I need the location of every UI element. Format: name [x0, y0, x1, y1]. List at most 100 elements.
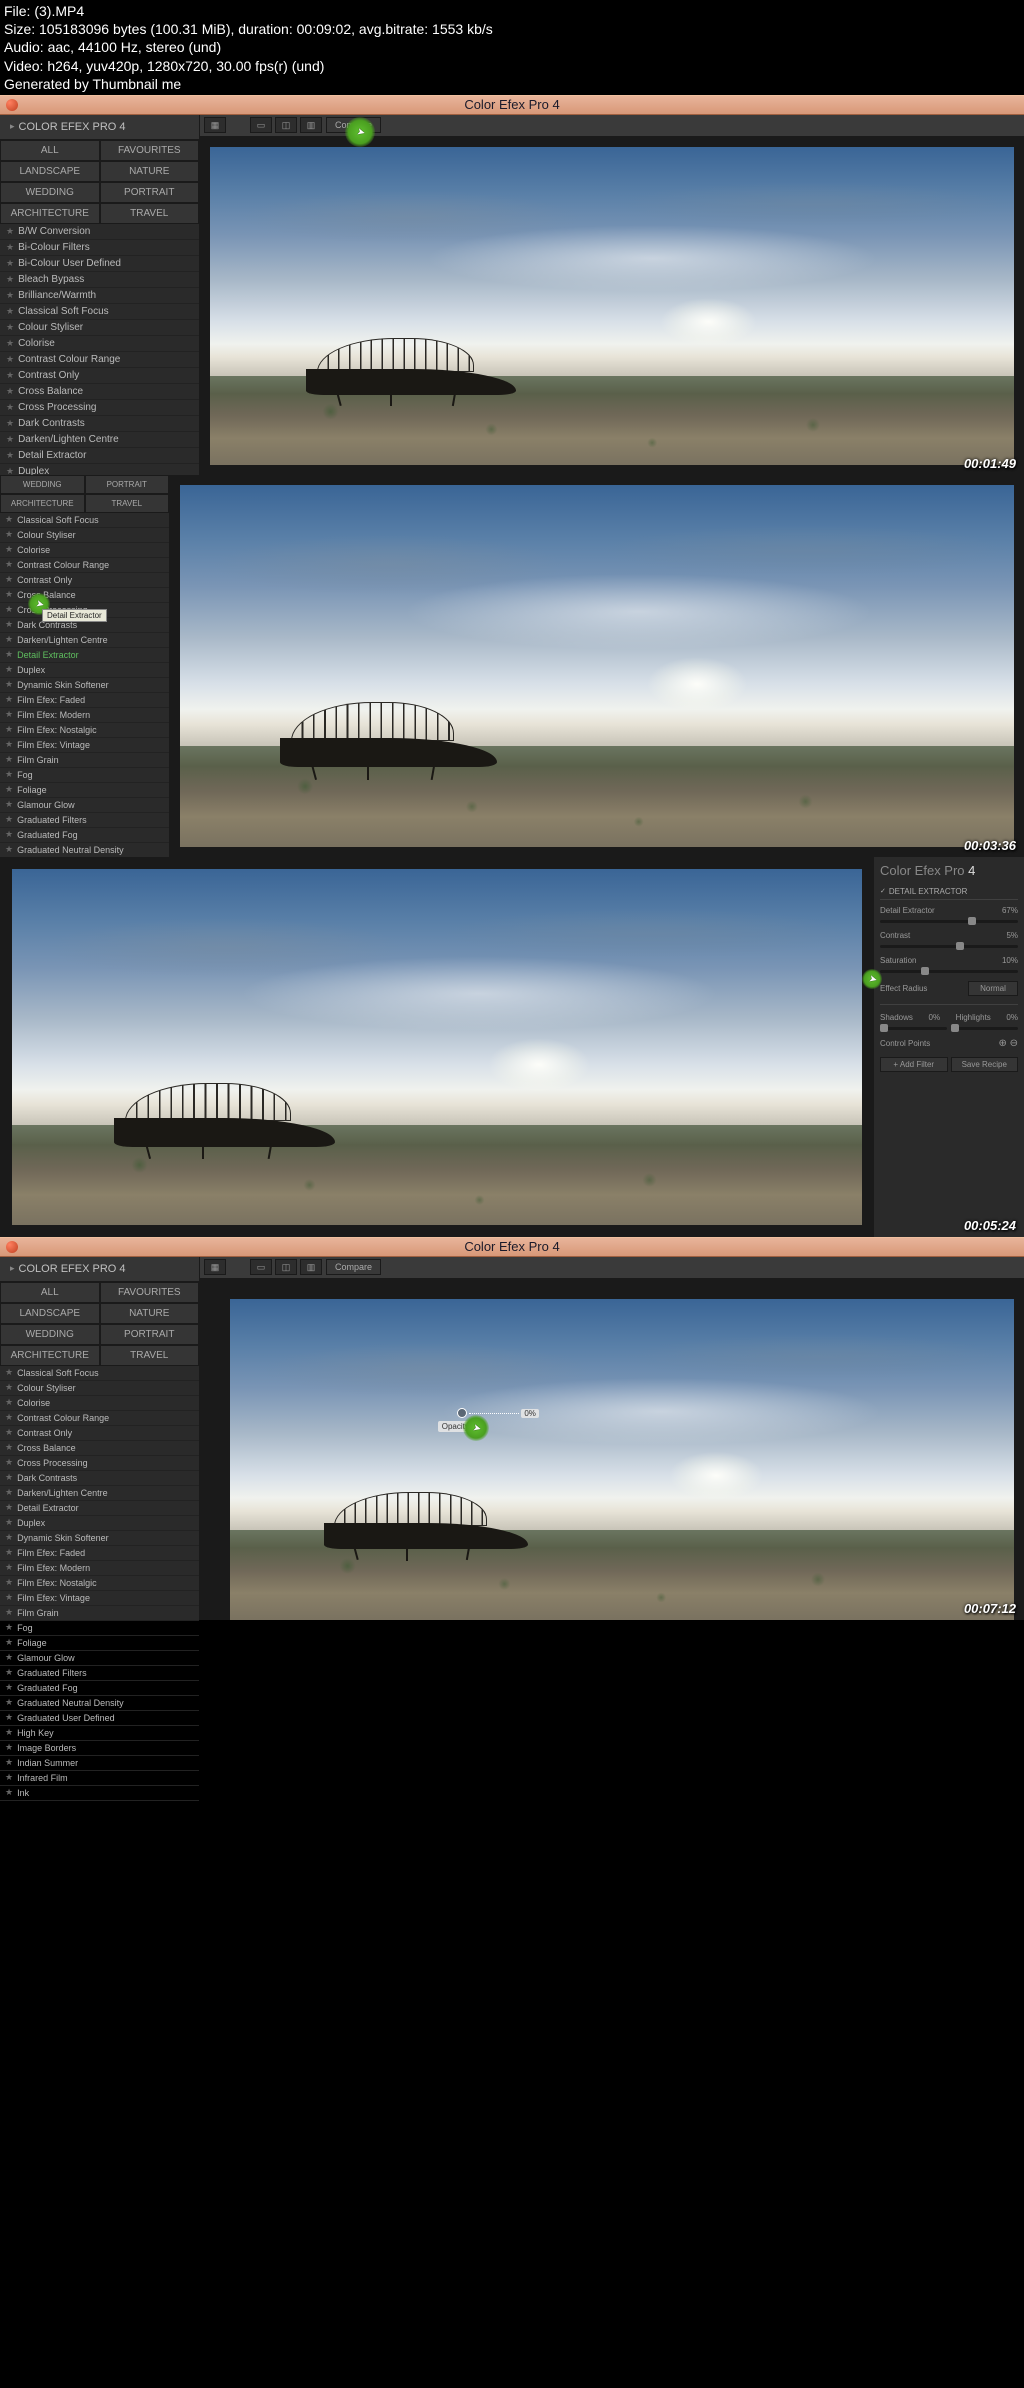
star-icon[interactable]: ★ — [5, 1742, 13, 1753]
star-icon[interactable]: ★ — [5, 1697, 13, 1708]
filter-item[interactable]: ★Film Grain — [0, 1606, 199, 1621]
star-icon[interactable]: ★ — [5, 694, 13, 705]
star-icon[interactable]: ★ — [6, 386, 14, 397]
filter-item[interactable]: ★Classical Soft Focus — [0, 304, 199, 320]
star-icon[interactable]: ★ — [5, 739, 13, 750]
star-icon[interactable]: ★ — [6, 242, 14, 253]
star-icon[interactable]: ★ — [5, 784, 13, 795]
filter-item[interactable]: ★Contrast Only — [0, 1426, 199, 1441]
star-icon[interactable]: ★ — [5, 1727, 13, 1738]
control-point-overlay[interactable]: 0% — [457, 1408, 539, 1418]
split-view-icon[interactable]: ◫ — [275, 1259, 297, 1275]
filter-item[interactable]: ★Glamour Glow — [0, 798, 169, 813]
filter-item[interactable]: ★Brilliance/Warmth — [0, 288, 199, 304]
star-icon[interactable]: ★ — [5, 589, 13, 600]
filter-item[interactable]: ★B/W Conversion — [0, 224, 199, 240]
radius-dropdown[interactable]: Normal — [968, 981, 1018, 996]
star-icon[interactable]: ★ — [6, 370, 14, 381]
star-icon[interactable]: ★ — [5, 1382, 13, 1393]
tab-wedding[interactable]: WEDDING — [0, 475, 85, 494]
filter-item[interactable]: ★Bleach Bypass — [0, 272, 199, 288]
star-icon[interactable]: ★ — [5, 574, 13, 585]
filter-item[interactable]: ★Film Efex: Vintage — [0, 1591, 199, 1606]
star-icon[interactable]: ★ — [6, 338, 14, 349]
filter-item[interactable]: ★Classical Soft Focus — [0, 1366, 199, 1381]
filter-item[interactable]: ★Cross Balance — [0, 1441, 199, 1456]
filter-item[interactable]: ★Cross Balance — [0, 588, 169, 603]
filter-item[interactable]: ★Fog — [0, 1621, 199, 1636]
star-icon[interactable]: ★ — [5, 649, 13, 660]
filter-item[interactable]: ★Glamour Glow — [0, 1651, 199, 1666]
tab-architecture[interactable]: ARCHITECTURE — [0, 1345, 100, 1366]
side-view-icon[interactable]: ▥ — [300, 117, 322, 133]
star-icon[interactable]: ★ — [5, 529, 13, 540]
tab-all[interactable]: ALL — [0, 1282, 100, 1303]
star-icon[interactable]: ★ — [5, 844, 13, 855]
filter-item[interactable]: ★Colorise — [0, 336, 199, 352]
star-icon[interactable]: ★ — [5, 1472, 13, 1483]
filter-item[interactable]: ★Darken/Lighten Centre — [0, 633, 169, 648]
star-icon[interactable]: ★ — [5, 1757, 13, 1768]
filter-item[interactable]: ★Dynamic Skin Softener — [0, 678, 169, 693]
detail-extractor-slider[interactable] — [880, 920, 1018, 923]
filter-item[interactable]: ★Cross Processing — [0, 400, 199, 416]
split-view-icon[interactable]: ◫ — [275, 117, 297, 133]
filter-item[interactable]: ★Contrast Colour Range — [0, 352, 199, 368]
image-viewer[interactable] — [0, 857, 874, 1237]
star-icon[interactable]: ★ — [5, 514, 13, 525]
filter-item[interactable]: ★Darken/Lighten Centre — [0, 1486, 199, 1501]
filter-item[interactable]: ★Graduated User Defined — [0, 1711, 199, 1726]
tab-landscape[interactable]: LANDSCAPE — [0, 1303, 100, 1324]
star-icon[interactable]: ★ — [5, 1547, 13, 1558]
star-icon[interactable]: ★ — [5, 1367, 13, 1378]
highlights-slider[interactable] — [951, 1027, 1018, 1030]
tab-architecture[interactable]: ARCHITECTURE — [0, 203, 100, 224]
filter-item[interactable]: ★Dark Contrasts — [0, 1471, 199, 1486]
filter-item[interactable]: ★Detail Extractor — [0, 1501, 199, 1516]
star-icon[interactable]: ★ — [5, 814, 13, 825]
tab-nature[interactable]: NATURE — [100, 1303, 200, 1324]
filter-item[interactable]: ★Bi-Colour User Defined — [0, 256, 199, 272]
tab-travel[interactable]: TRAVEL — [100, 203, 200, 224]
tab-landscape[interactable]: LANDSCAPE — [0, 161, 100, 182]
star-icon[interactable]: ★ — [5, 679, 13, 690]
filter-item[interactable]: ★Infrared Film — [0, 1771, 199, 1786]
filter-item[interactable]: ★Film Grain — [0, 753, 169, 768]
close-icon[interactable] — [6, 99, 18, 111]
image-viewer[interactable]: 0% Opacity — [200, 1279, 1024, 1620]
filter-item[interactable]: ★Contrast Colour Range — [0, 558, 169, 573]
star-icon[interactable]: ★ — [5, 1562, 13, 1573]
tab-favourites[interactable]: FAVOURITES — [100, 140, 200, 161]
filter-item[interactable]: ★Dynamic Skin Softener — [0, 1531, 199, 1546]
shadows-slider[interactable] — [880, 1027, 947, 1030]
filter-item[interactable]: ★Cross Processing — [0, 1456, 199, 1471]
filter-item[interactable]: ★Film Efex: Faded — [0, 693, 169, 708]
filter-item[interactable]: ★Dark Contrasts — [0, 416, 199, 432]
star-icon[interactable]: ★ — [5, 709, 13, 720]
filter-item[interactable]: ★Colour Styliser — [0, 320, 199, 336]
star-icon[interactable]: ★ — [6, 450, 14, 461]
close-icon[interactable] — [6, 1241, 18, 1253]
add-filter-button[interactable]: + Add Filter — [880, 1057, 948, 1072]
star-icon[interactable]: ★ — [5, 1667, 13, 1678]
histogram-icon[interactable]: ▦ — [204, 1259, 226, 1275]
filter-item[interactable]: ★Colorise — [0, 543, 169, 558]
filter-item[interactable]: ★Graduated Fog — [0, 828, 169, 843]
filter-item[interactable]: ★Film Efex: Nostalgic — [0, 723, 169, 738]
filter-item[interactable]: ★Foliage — [0, 1636, 199, 1651]
star-icon[interactable]: ★ — [5, 1607, 13, 1618]
section-title[interactable]: DETAIL EXTRACTOR — [880, 884, 1018, 900]
saturation-slider[interactable] — [880, 970, 1018, 973]
filter-item[interactable]: ★Fog — [0, 768, 169, 783]
filter-item[interactable]: ★Graduated Neutral Density — [0, 843, 169, 858]
filter-item[interactable]: ★Ink — [0, 1786, 199, 1801]
filter-item[interactable]: ★Detail Extractor — [0, 448, 199, 464]
filter-item[interactable]: ★Contrast Only — [0, 368, 199, 384]
filter-item[interactable]: ★Contrast Only — [0, 573, 169, 588]
tab-wedding[interactable]: WEDDING — [0, 1324, 100, 1345]
tab-nature[interactable]: NATURE — [100, 161, 200, 182]
filter-item[interactable]: ★Film Efex: Faded — [0, 1546, 199, 1561]
filter-item[interactable]: ★Film Efex: Modern — [0, 1561, 199, 1576]
star-icon[interactable]: ★ — [5, 1637, 13, 1648]
image-viewer[interactable] — [170, 475, 1024, 857]
